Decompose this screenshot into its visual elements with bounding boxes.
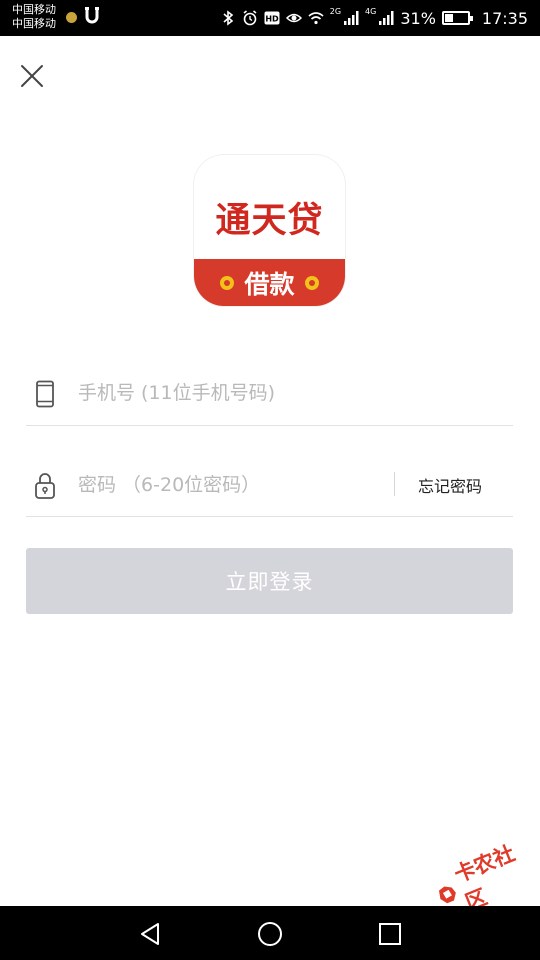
bluetooth-icon xyxy=(223,10,234,26)
net-4g-label: 4G xyxy=(365,7,377,16)
battery-percent: 31% xyxy=(400,8,436,28)
forgot-password-link[interactable]: 忘记密码 xyxy=(418,473,482,497)
lock-icon xyxy=(35,473,55,499)
svg-text:HD: HD xyxy=(265,15,279,24)
battery-icon xyxy=(441,11,473,25)
carrier-labels: 中国移动 中国移动 xyxy=(12,3,56,31)
logo-top: 通天贷 xyxy=(194,155,345,259)
watermark-text: 卡农社区 xyxy=(450,841,519,915)
home-button[interactable] xyxy=(256,920,284,948)
phone-input[interactable] xyxy=(78,376,378,410)
close-icon xyxy=(21,65,43,87)
eye-icon xyxy=(285,13,302,23)
close-button[interactable] xyxy=(18,62,46,90)
back-button[interactable] xyxy=(137,920,165,948)
home-icon xyxy=(258,922,282,946)
clock: 17:35 xyxy=(481,8,528,28)
net-2g-label: 2G xyxy=(329,7,342,16)
phone-field xyxy=(26,366,513,426)
navigation-bar xyxy=(0,906,540,960)
app-notification-icon xyxy=(84,6,100,31)
password-field: 忘记密码 xyxy=(26,458,513,517)
status-icons: HD 2G 4G 31% 17:35 xyxy=(220,0,528,36)
phone-icon xyxy=(36,380,54,408)
notification-dot-icon xyxy=(66,12,77,23)
status-bar: 中国移动 中国移动 HD 2G 4G 31% 17:35 xyxy=(0,0,540,36)
recent-apps-icon xyxy=(379,923,401,945)
signal-icon-1 xyxy=(344,11,359,25)
alarm-icon xyxy=(243,10,257,26)
signal-icon-2 xyxy=(379,11,394,25)
carrier-2: 中国移动 xyxy=(12,17,56,30)
login-screen: 中国移动 中国移动 HD 2G 4G 31% 17:35 通天贷 借款 手机号 … xyxy=(0,0,540,960)
logo-name: 通天贷 xyxy=(215,200,324,241)
watermark-logo-icon xyxy=(439,886,456,904)
carrier-1: 中国移动 xyxy=(12,3,56,16)
divider xyxy=(394,472,395,496)
login-button[interactable]: 立即登录 xyxy=(26,548,513,614)
coin-icon xyxy=(220,275,235,290)
hd-icon: HD xyxy=(264,11,280,25)
app-logo: 通天贷 借款 xyxy=(194,155,345,306)
coin-icon xyxy=(304,275,319,290)
logo-banner: 借款 xyxy=(194,259,345,306)
back-icon xyxy=(141,923,159,945)
logo-sub: 借款 xyxy=(244,269,295,299)
recent-apps-button[interactable] xyxy=(376,920,404,948)
password-input[interactable] xyxy=(78,468,378,502)
wifi-icon xyxy=(308,12,324,25)
